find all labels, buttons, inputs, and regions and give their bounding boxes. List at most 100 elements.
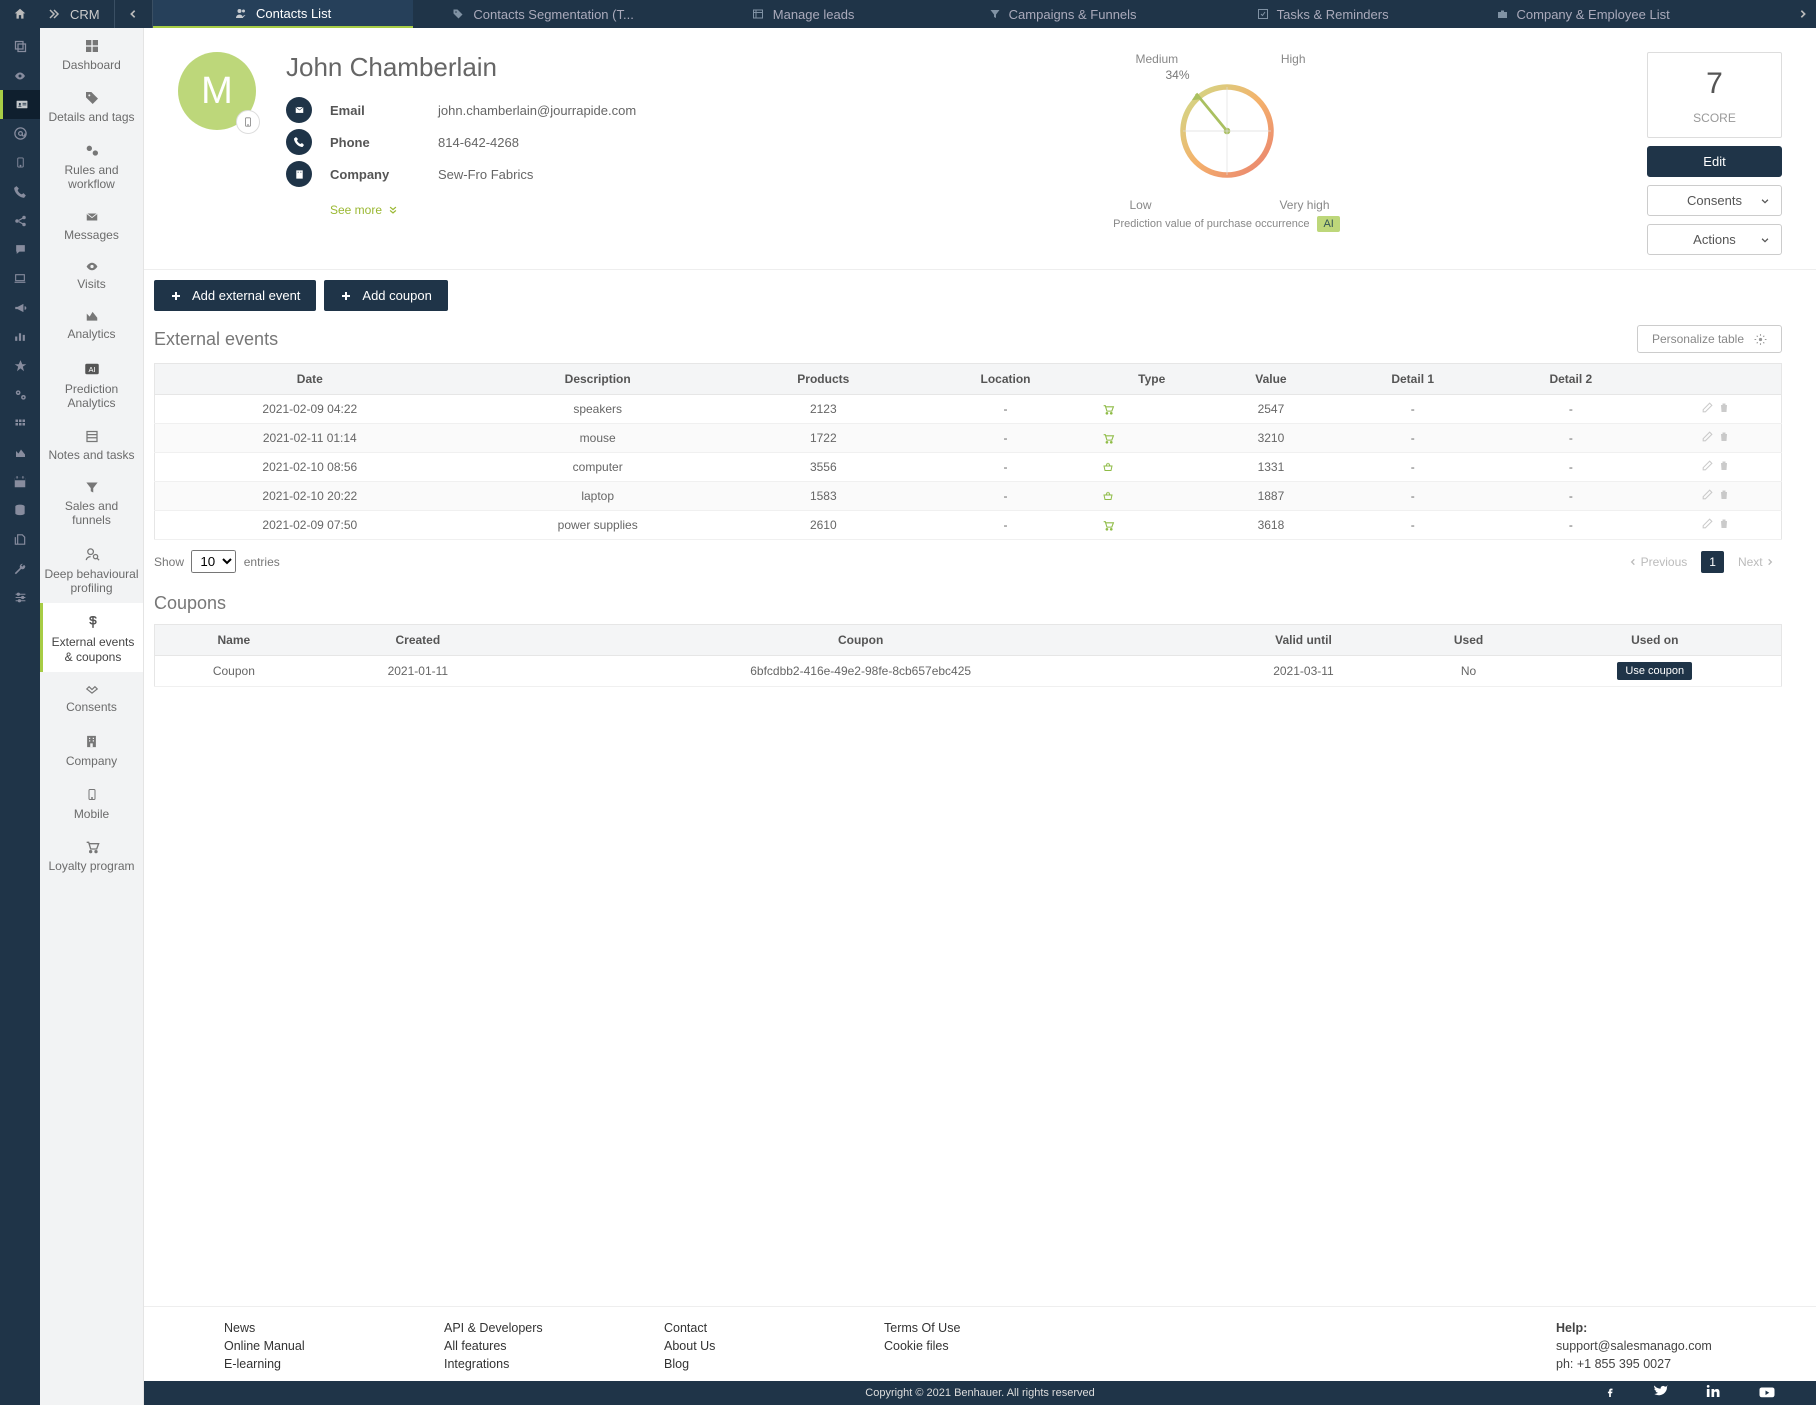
use-coupon-button[interactable]: Use coupon	[1617, 662, 1692, 680]
sidebar-item-notes[interactable]: Notes and tasks	[40, 419, 143, 470]
facebook-icon[interactable]	[1605, 1383, 1615, 1401]
edit-icon[interactable]	[1701, 459, 1714, 472]
footer-link[interactable]: Terms Of Use	[884, 1321, 1024, 1335]
footer-link[interactable]: Contact	[664, 1321, 804, 1335]
footer-link[interactable]: Online Manual	[224, 1339, 364, 1353]
contact-name: John Chamberlain	[286, 52, 806, 83]
rail-at-icon[interactable]	[0, 119, 40, 148]
footer-link[interactable]: Cookie files	[884, 1339, 1024, 1353]
tab-forward-button[interactable]	[1790, 0, 1816, 28]
trash-icon[interactable]	[1718, 517, 1730, 530]
sidebar-item-messages[interactable]: Messages	[40, 200, 143, 250]
rail-wrench-icon[interactable]	[0, 554, 40, 583]
sidebar-item-prediction[interactable]: AIPrediction Analytics	[40, 350, 143, 419]
footer-link[interactable]: E-learning	[224, 1357, 364, 1371]
copyright-bar: Copyright © 2021 Benhauer. All rights re…	[144, 1381, 1816, 1405]
footer-link[interactable]: API & Developers	[444, 1321, 584, 1335]
footer-link[interactable]: Blog	[664, 1357, 804, 1371]
rail-files-icon[interactable]	[0, 525, 40, 554]
rail-bar-chart-icon[interactable]	[0, 322, 40, 351]
trash-icon[interactable]	[1718, 488, 1730, 501]
rail-database-icon[interactable]	[0, 496, 40, 525]
edit-icon[interactable]	[1701, 401, 1714, 414]
sidebar-item-sales[interactable]: Sales and funnels	[40, 470, 143, 536]
linkedin-icon[interactable]	[1705, 1383, 1722, 1399]
tab-back-button[interactable]	[115, 0, 153, 28]
tab-campaigns[interactable]: Campaigns & Funnels	[933, 0, 1193, 28]
check-square-icon	[1257, 8, 1269, 20]
table-row: 2021-02-09 04:22speakers2123-2547--	[155, 395, 1782, 424]
table-row: 2021-02-10 20:22laptop1583-1887--	[155, 482, 1782, 511]
personalize-table-button[interactable]: Personalize table	[1637, 325, 1782, 353]
footer-link[interactable]: Integrations	[444, 1357, 584, 1371]
sidebar-item-external-events[interactable]: External events & coupons	[40, 603, 143, 672]
edit-icon[interactable]	[1701, 430, 1714, 443]
pager-page-1[interactable]: 1	[1701, 551, 1724, 573]
footer-link[interactable]: News	[224, 1321, 364, 1335]
trash-icon[interactable]	[1718, 401, 1730, 414]
see-more-link[interactable]: See more	[330, 203, 398, 217]
twitter-icon[interactable]	[1651, 1383, 1669, 1398]
rail-mobile-icon[interactable]	[0, 148, 40, 177]
home-icon[interactable]	[0, 0, 40, 28]
page-size-select[interactable]: 10	[191, 550, 236, 573]
sidebar-item-dashboard[interactable]: Dashboard	[40, 28, 143, 80]
sidebar: Dashboard Details and tags Rules and wor…	[40, 28, 144, 1405]
tab-manage-leads[interactable]: Manage leads	[673, 0, 933, 28]
edit-icon[interactable]	[1701, 517, 1714, 530]
trash-icon[interactable]	[1718, 430, 1730, 443]
tab-tasks[interactable]: Tasks & Reminders	[1193, 0, 1453, 28]
edit-button[interactable]: Edit	[1647, 146, 1782, 177]
tab-segmentation[interactable]: Contacts Segmentation (T...	[413, 0, 673, 28]
sidebar-item-loyalty[interactable]: Loyalty program	[40, 829, 143, 881]
rail-star-icon[interactable]	[0, 351, 40, 380]
sidebar-item-details[interactable]: Details and tags	[40, 80, 143, 132]
footer-link[interactable]: About Us	[664, 1339, 804, 1353]
module-selector[interactable]: CRM	[40, 0, 115, 28]
rail-megaphone-icon[interactable]	[0, 293, 40, 322]
sidebar-item-deep-profiling[interactable]: Deep behavioural profiling	[40, 536, 143, 604]
trash-icon[interactable]	[1718, 459, 1730, 472]
rail-grid-icon[interactable]	[0, 409, 40, 438]
rail-laptop-icon[interactable]	[0, 264, 40, 293]
rail-sliders-icon[interactable]	[0, 583, 40, 612]
footer-link[interactable]: All features	[444, 1339, 584, 1353]
pager-prev[interactable]: Previous	[1621, 551, 1695, 573]
sidebar-item-analytics[interactable]: Analytics	[40, 299, 143, 349]
funnel-icon	[989, 8, 1001, 20]
add-external-event-button[interactable]: Add external event	[154, 280, 316, 311]
users-icon	[234, 7, 248, 19]
consents-dropdown[interactable]: Consents	[1647, 185, 1782, 216]
sidebar-item-rules[interactable]: Rules and workflow	[40, 133, 143, 200]
tab-strip: Contacts List Contacts Segmentation (T..…	[153, 0, 1790, 28]
rail-area-chart-icon[interactable]	[0, 438, 40, 467]
score-label: SCORE	[1648, 111, 1781, 125]
edit-icon[interactable]	[1701, 488, 1714, 501]
rail-id-card-icon[interactable]	[0, 90, 40, 119]
actions-dropdown[interactable]: Actions	[1647, 224, 1782, 255]
sidebar-item-visits[interactable]: Visits	[40, 250, 143, 299]
add-coupon-button[interactable]: Add coupon	[324, 280, 447, 311]
pager-next[interactable]: Next	[1730, 551, 1782, 573]
external-events-section: External events Personalize table DateDe…	[144, 311, 1816, 579]
tab-contacts-list[interactable]: Contacts List	[153, 0, 413, 28]
sidebar-item-consents[interactable]: Consents	[40, 672, 143, 722]
pagination: Previous 1 Next	[1621, 551, 1782, 573]
svg-text:AI: AI	[88, 365, 95, 374]
rail-gears-icon[interactable]	[0, 380, 40, 409]
rail-copy-icon[interactable]	[0, 32, 40, 61]
rail-share-icon[interactable]	[0, 206, 40, 235]
building-icon	[44, 733, 139, 750]
tab-company-employees[interactable]: Company & Employee List	[1453, 0, 1713, 28]
dollar-icon	[47, 613, 139, 631]
coupons-section: Coupons NameCreatedCouponValid untilUsed…	[144, 579, 1816, 727]
sidebar-item-company[interactable]: Company	[40, 723, 143, 776]
rail-comment-icon[interactable]	[0, 235, 40, 264]
rail-eye-icon[interactable]	[0, 61, 40, 90]
rail-phone-icon[interactable]	[0, 177, 40, 206]
rail-calendar-icon[interactable]	[0, 467, 40, 496]
gauge-label-medium: Medium	[1136, 52, 1179, 66]
mobile-icon	[44, 786, 139, 803]
sidebar-item-mobile[interactable]: Mobile	[40, 776, 143, 829]
youtube-icon[interactable]	[1758, 1383, 1776, 1401]
